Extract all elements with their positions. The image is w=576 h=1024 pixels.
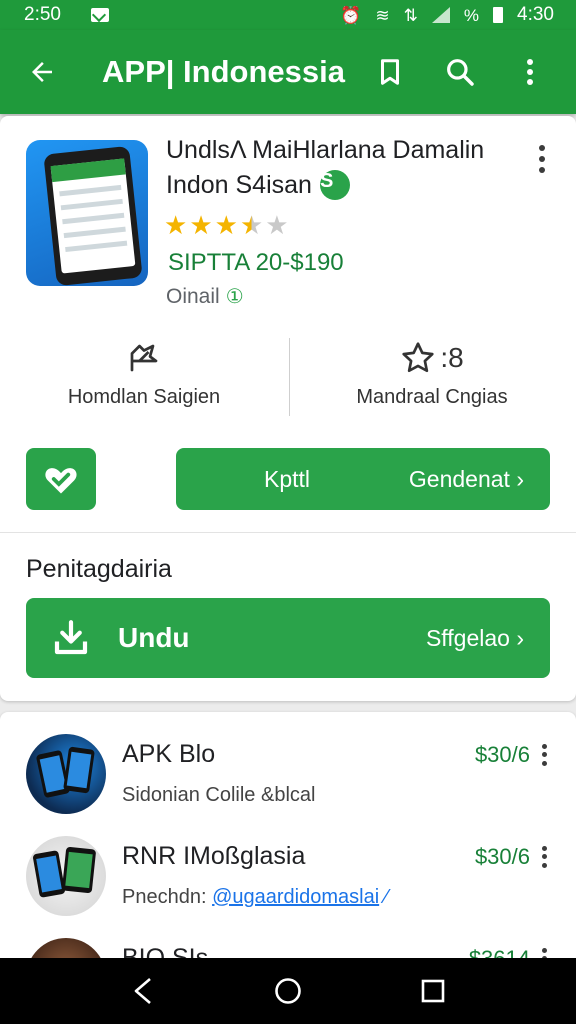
bookmark-button[interactable] [364, 46, 416, 98]
alarm-icon: ⏰ [340, 5, 362, 25]
item-subtitle: Sidonian Colile &blcal [122, 784, 316, 806]
item-price: $30/6 [474, 742, 530, 767]
stat-label: Mandraal Cngias [356, 386, 508, 408]
status-bar: 2:50 ⏰ ≋ ⇅ % 4:30 [0, 0, 576, 30]
install-button[interactable]: Kpttl Gendenat › [176, 448, 550, 510]
wifi-icon: ≋ [375, 5, 390, 25]
app-price: SIPTTA 20-$190 [168, 249, 344, 276]
verified-badge-icon: S [319, 170, 350, 200]
star-icon: ★ [164, 210, 188, 240]
bookmark-icon [381, 59, 399, 85]
overflow-menu-button[interactable] [504, 46, 556, 98]
app-title-line-2: Indon S4isan [166, 170, 312, 199]
download-button[interactable]: Undu Sffgelao › [26, 598, 550, 678]
nav-home-icon [275, 978, 301, 1004]
app-more-button[interactable] [530, 142, 554, 176]
app-bar: APP| Indonessia [0, 30, 576, 114]
nav-back-button[interactable] [113, 961, 173, 1021]
app-title-line-1: UndlsΛ MaiHlarlana Damalin [166, 136, 485, 164]
back-button[interactable] [0, 30, 84, 114]
search-icon [447, 59, 474, 86]
app-detail-card: UndlsΛ MaiHlarlana Damalin Indon S4isan … [0, 116, 576, 701]
notification-icon [90, 8, 109, 22]
status-clock: 4:30 [517, 4, 554, 25]
download-icon [48, 615, 94, 661]
app-avatar [26, 836, 106, 916]
item-price: $30/6 [474, 844, 530, 869]
star-icon: ★ [214, 210, 238, 240]
signal-icon [431, 7, 450, 23]
link-icon: ⁄ [384, 886, 389, 908]
install-label: Kpttl [264, 465, 311, 492]
item-title: RNR IMoßglasia [122, 842, 306, 870]
section-divider [0, 532, 576, 533]
app-avatar [26, 734, 106, 814]
app-sub-text: Oinail [166, 284, 220, 308]
stat-label: Homdlan Saigien [67, 386, 221, 408]
list-item[interactable]: RNR IMoßglasia Pnechdn: @ugaardidomaslai… [0, 834, 576, 934]
battery-icon [493, 7, 504, 23]
list-item[interactable]: APK Blo Sidonian Colile &blcal $30/6 [0, 732, 576, 832]
percent-icon: % [463, 5, 480, 25]
item-more-button[interactable] [532, 742, 556, 768]
app-title: UndlsΛ MaiHlarlana Damalin [166, 136, 484, 165]
nav-back-icon [134, 978, 151, 1004]
item-subtitle: Pnechdn: @ugaardidomaslai ⁄ [122, 886, 388, 909]
system-nav-bar [0, 958, 576, 1024]
install-right: Gendenat › [408, 465, 524, 492]
search-button[interactable] [434, 46, 486, 98]
favorite-button[interactable] [26, 448, 96, 510]
item-title: APK Blo [122, 740, 216, 768]
app-subline: Oinail ① [166, 284, 244, 309]
info-icon: ① [225, 286, 244, 308]
download-right: Sffgelao › [425, 624, 524, 651]
stat-mandraal[interactable]: :8 Mandraal Cngias [288, 338, 576, 409]
item-link[interactable]: @ugaardidomaslai [212, 886, 379, 908]
edit-icon [130, 344, 158, 372]
status-time: 2:50 [24, 4, 61, 25]
star-empty-icon: ★ [265, 210, 289, 240]
page-title: APP| Indonessia [102, 54, 345, 89]
section-title: Penitagdairia [26, 555, 172, 583]
app-title-line-2-row: Indon S4isan S [166, 170, 350, 200]
rating-stars: ★ ★ ★ ★ ★ [164, 212, 289, 238]
install-right-label: Gendenat [408, 465, 510, 492]
phone-image [43, 145, 143, 286]
download-right-label: Sffgelao [425, 624, 510, 651]
star-half-icon: ★ [239, 210, 264, 240]
arrow-back-icon [32, 62, 52, 82]
data-icon: ⇅ [403, 5, 418, 25]
download-label: Undu [118, 622, 190, 653]
nav-recents-icon [422, 979, 445, 1003]
item-more-button[interactable] [532, 844, 556, 870]
app-thumbnail[interactable] [26, 140, 148, 286]
heart-icon [45, 468, 77, 494]
star-outline-icon [402, 342, 434, 373]
star-icon: ★ [189, 210, 213, 240]
stat-homdlan[interactable]: Homdlan Saigien [0, 338, 288, 409]
nav-home-button[interactable] [258, 961, 318, 1021]
nav-recents-button[interactable] [403, 961, 463, 1021]
stat-count: :8 [440, 342, 464, 373]
item-subtitle-prefix: Pnechdn: [122, 886, 207, 908]
more-vert-icon [527, 59, 533, 85]
